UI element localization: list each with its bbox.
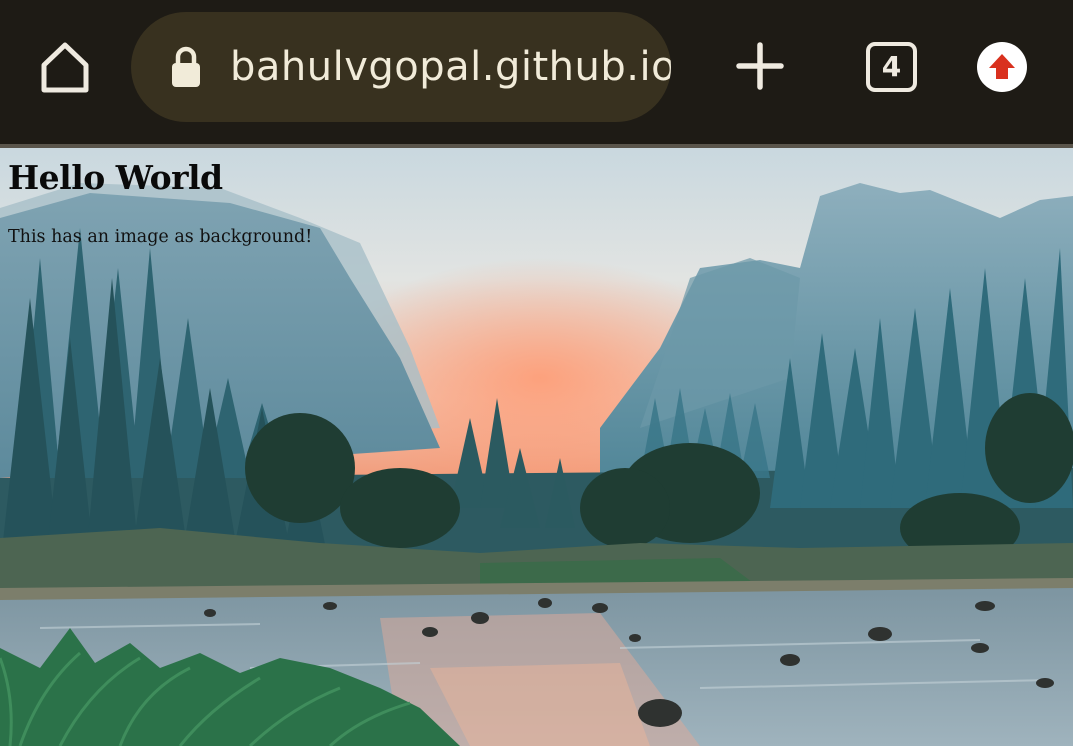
page-heading: Hello World <box>8 158 223 197</box>
page-paragraph: This has an image as background! <box>8 227 313 247</box>
plus-icon <box>736 42 784 90</box>
browser-toolbar: bahulvgopal.github.io/ 4 <box>0 0 1073 144</box>
new-tab-button[interactable] <box>735 41 785 91</box>
tab-count: 4 <box>881 50 902 83</box>
home-button[interactable] <box>36 38 94 96</box>
web-page: Hello World This has an image as backgro… <box>0 148 1073 746</box>
arrow-up-icon <box>989 54 1015 79</box>
home-icon <box>41 42 89 93</box>
tab-switcher-button[interactable]: 4 <box>866 42 917 92</box>
address-bar[interactable]: bahulvgopal.github.io/ <box>131 12 671 122</box>
update-button[interactable] <box>977 42 1027 92</box>
url-text: bahulvgopal.github.io/ <box>230 44 671 90</box>
lock-icon <box>172 46 200 87</box>
